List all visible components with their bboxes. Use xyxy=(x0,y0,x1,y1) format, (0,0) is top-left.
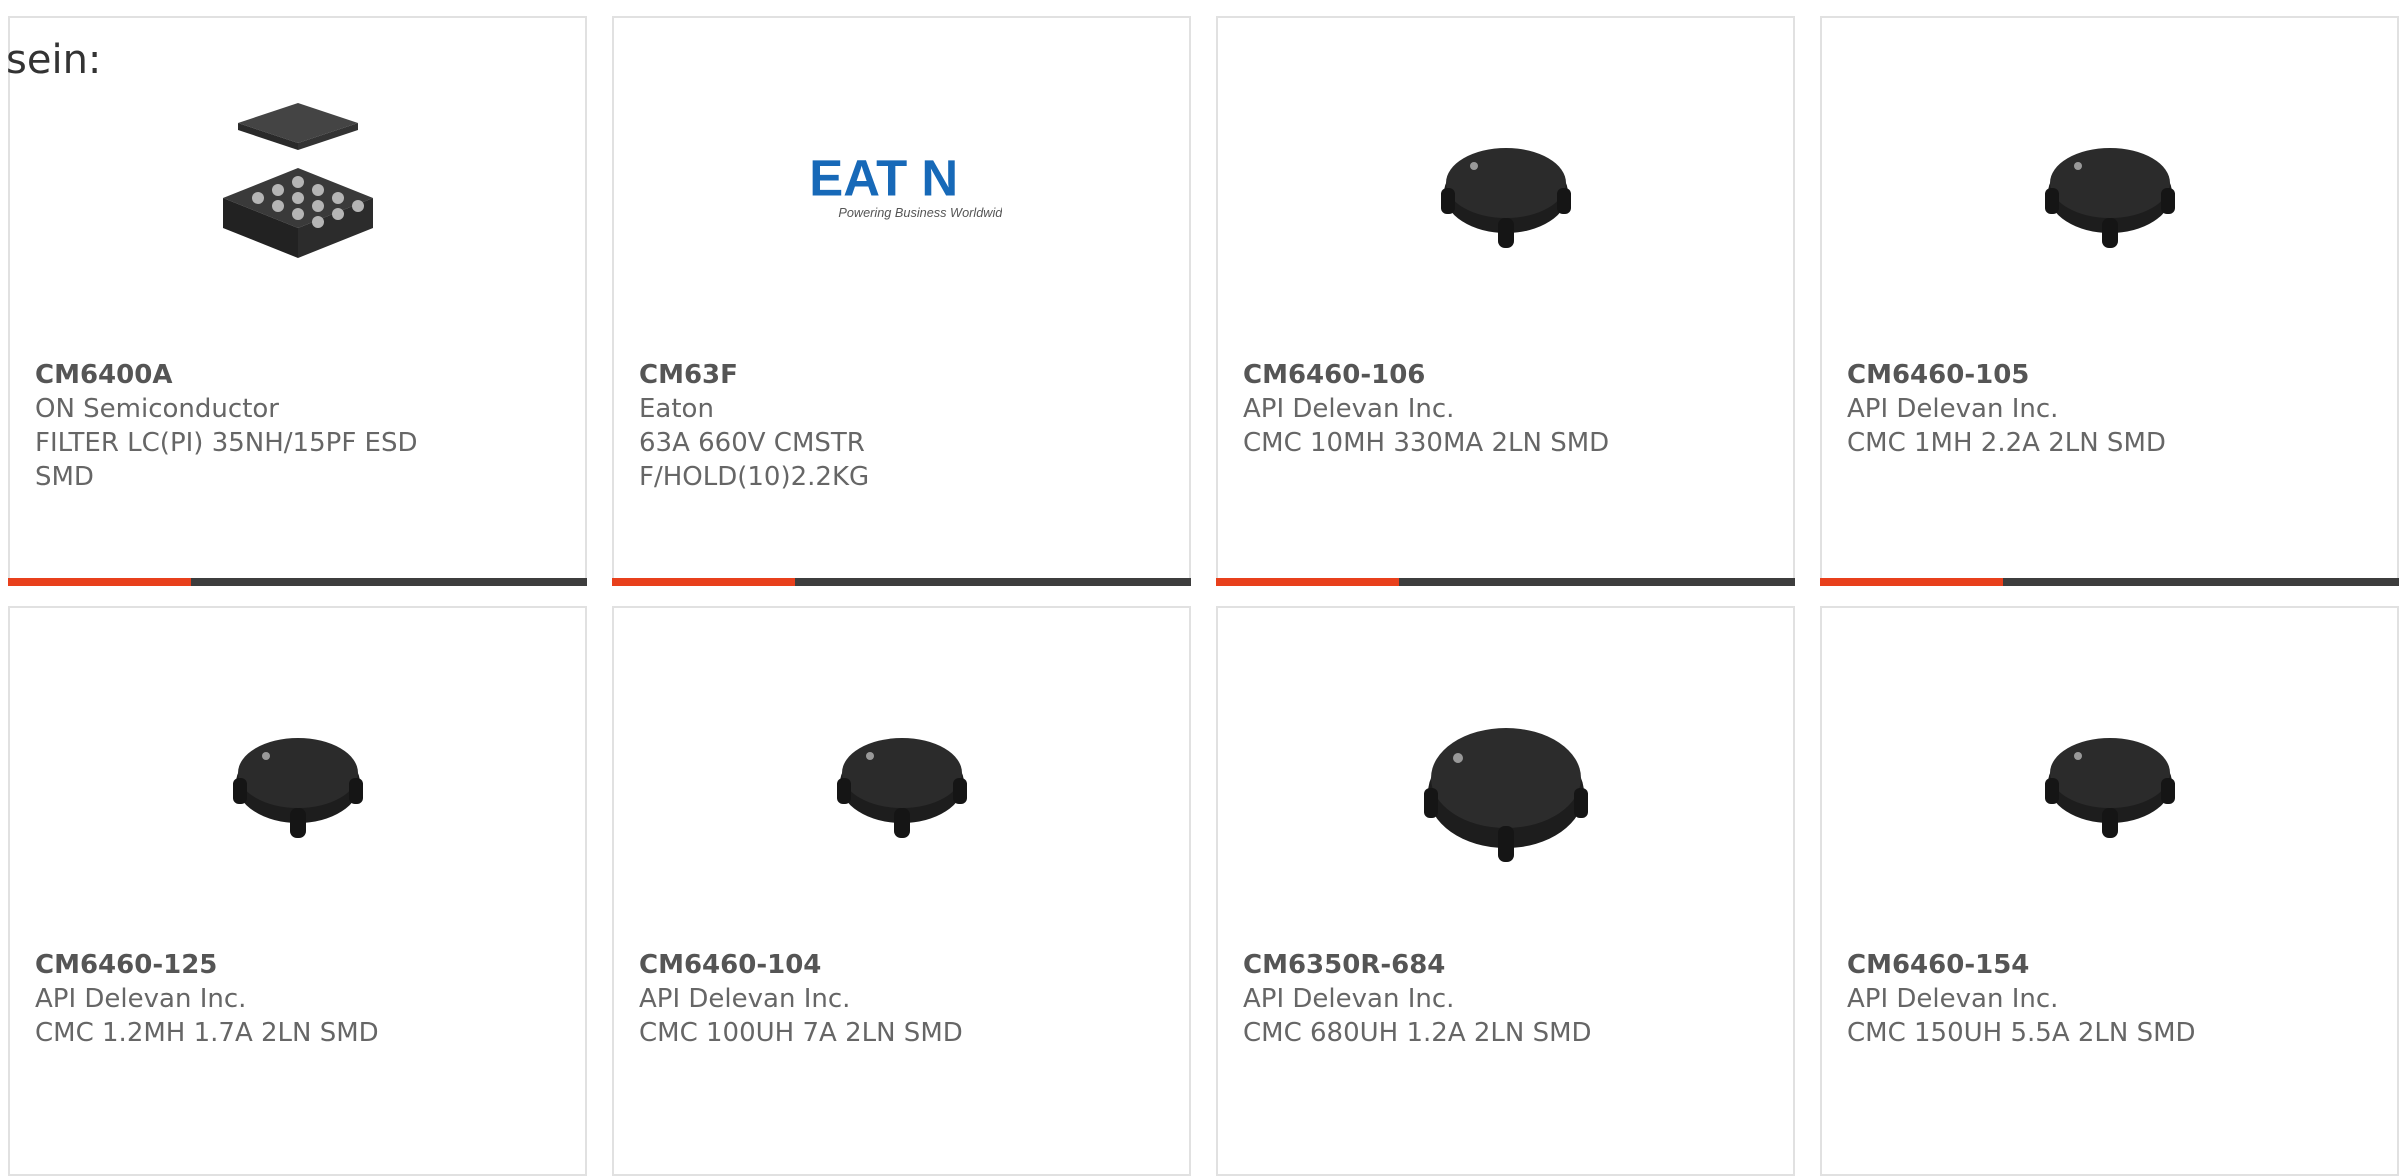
product-info: CM63F Eaton 63A 660V CMSTR F/HOLD(10)2.2… xyxy=(639,358,1169,494)
product-image-choke xyxy=(2010,678,2210,878)
product-card[interactable]: CM6460-154 API Delevan Inc. CMC 150UH 5.… xyxy=(1820,606,2399,1176)
product-image-choke xyxy=(1406,88,1606,288)
manufacturer: API Delevan Inc. xyxy=(639,984,851,1014)
card-accent-bar xyxy=(612,578,1191,586)
eaton-logo-tagline: Powering Business Worldwide xyxy=(838,205,1002,220)
eaton-logo-text: EAT N xyxy=(809,149,958,206)
eaton-logo: EAT N Powering Business Worldwide xyxy=(802,88,1002,288)
product-card[interactable]: CM6350R-684 API Delevan Inc. CMC 680UH 1… xyxy=(1216,606,1795,1176)
product-info: CM6460-125 API Delevan Inc. CMC 1.2MH 1.… xyxy=(35,948,565,1050)
description: CMC 1MH 2.2A 2LN SMD xyxy=(1847,428,2166,458)
product-card[interactable]: CM6460-104 API Delevan Inc. CMC 100UH 7A… xyxy=(612,606,1191,1176)
product-grid: CM6400A ON Semiconductor FILTER LC(PI) 3… xyxy=(8,16,2399,1176)
part-number[interactable]: CM6460-105 xyxy=(1847,358,2377,392)
part-number[interactable]: CM6460-154 xyxy=(1847,948,2377,982)
manufacturer: API Delevan Inc. xyxy=(1847,394,2059,424)
product-card[interactable]: CM6460-125 API Delevan Inc. CMC 1.2MH 1.… xyxy=(8,606,587,1176)
manufacturer: API Delevan Inc. xyxy=(1243,984,1455,1014)
product-image-choke-large xyxy=(1406,678,1606,878)
product-image-chip xyxy=(198,88,398,288)
product-info: CM6460-154 API Delevan Inc. CMC 150UH 5.… xyxy=(1847,948,2377,1050)
description: CMC 10MH 330MA 2LN SMD xyxy=(1243,428,1610,458)
product-image-choke xyxy=(2010,88,2210,288)
description: 63A 660V CMSTR F/HOLD(10)2.2KG xyxy=(639,428,870,492)
part-number[interactable]: CM6460-106 xyxy=(1243,358,1773,392)
description: CMC 680UH 1.2A 2LN SMD xyxy=(1243,1018,1592,1048)
part-number[interactable]: CM6460-104 xyxy=(639,948,1169,982)
part-number[interactable]: CM6460-125 xyxy=(35,948,565,982)
manufacturer: API Delevan Inc. xyxy=(1243,394,1455,424)
manufacturer: API Delevan Inc. xyxy=(35,984,247,1014)
description: CMC 100UH 7A 2LN SMD xyxy=(639,1018,963,1048)
product-card[interactable]: CM6460-105 API Delevan Inc. CMC 1MH 2.2A… xyxy=(1820,16,2399,586)
product-info: CM6460-106 API Delevan Inc. CMC 10MH 330… xyxy=(1243,358,1773,460)
card-accent-bar xyxy=(1216,578,1795,586)
part-number[interactable]: CM6400A xyxy=(35,358,565,392)
product-info: CM6460-105 API Delevan Inc. CMC 1MH 2.2A… xyxy=(1847,358,2377,460)
product-card[interactable]: CM6400A ON Semiconductor FILTER LC(PI) 3… xyxy=(8,16,587,586)
manufacturer: Eaton xyxy=(639,394,714,424)
card-accent-bar xyxy=(1820,578,2399,586)
manufacturer: ON Semiconductor xyxy=(35,394,279,424)
intro-text: sein: xyxy=(6,37,102,83)
product-image-choke xyxy=(802,678,1002,878)
product-info: CM6400A ON Semiconductor FILTER LC(PI) 3… xyxy=(35,358,565,494)
manufacturer: API Delevan Inc. xyxy=(1847,984,2059,1014)
description: FILTER LC(PI) 35NH/15PF ESD SMD xyxy=(35,428,418,492)
product-image-choke xyxy=(198,678,398,878)
product-card[interactable]: CM6460-106 API Delevan Inc. CMC 10MH 330… xyxy=(1216,16,1795,586)
description: CMC 150UH 5.5A 2LN SMD xyxy=(1847,1018,2196,1048)
part-number[interactable]: CM6350R-684 xyxy=(1243,948,1773,982)
product-card[interactable]: EAT N Powering Business Worldwide CM63F … xyxy=(612,16,1191,586)
product-info: CM6350R-684 API Delevan Inc. CMC 680UH 1… xyxy=(1243,948,1773,1050)
description: CMC 1.2MH 1.7A 2LN SMD xyxy=(35,1018,379,1048)
part-number[interactable]: CM63F xyxy=(639,358,1169,392)
product-info: CM6460-104 API Delevan Inc. CMC 100UH 7A… xyxy=(639,948,1169,1050)
card-accent-bar xyxy=(8,578,587,586)
